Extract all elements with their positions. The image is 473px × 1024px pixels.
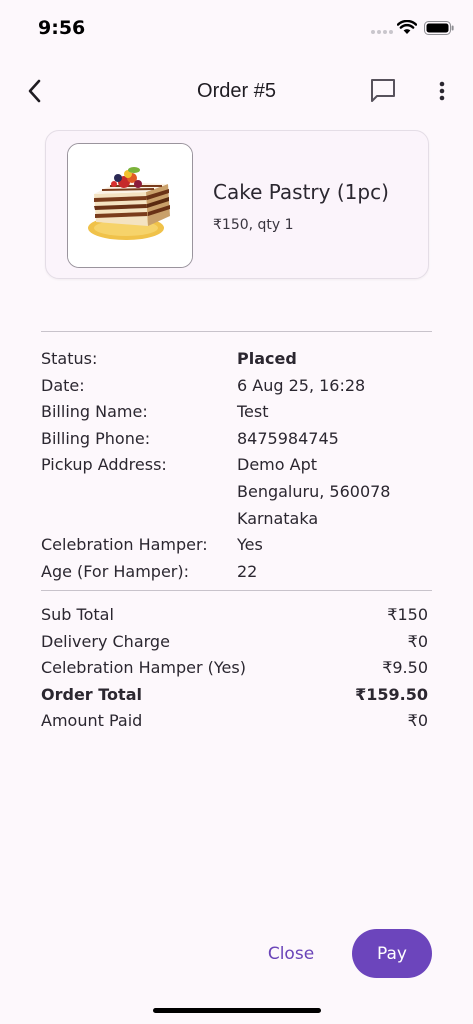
pickup-address-line: Karnataka [237, 508, 319, 528]
status-bar: 9:56 [0, 0, 473, 58]
pickup-address-line: Demo Apt [237, 455, 317, 475]
hamper-charge-label: Celebration Hamper (Yes) [41, 658, 246, 678]
detail-row-age: Age (For Hamper): 22 [41, 559, 432, 586]
age-value: 22 [237, 561, 258, 581]
product-card[interactable]: Cake Pastry (1pc) ₹150, qty 1 [45, 130, 429, 279]
hamper-value: Yes [237, 535, 263, 555]
total-row-subtotal: Sub Total ₹150 [41, 602, 428, 629]
date-label: Date: [41, 375, 85, 395]
pay-button[interactable]: Pay [352, 929, 432, 978]
total-row-amount-paid: Amount Paid ₹0 [41, 708, 428, 735]
chat-button[interactable] [367, 75, 399, 107]
hamper-label: Celebration Hamper: [41, 535, 208, 555]
status-time: 9:56 [38, 17, 86, 39]
sub-total-label: Sub Total [41, 605, 114, 624]
total-row-order-total: Order Total ₹159.50 [41, 682, 428, 709]
home-indicator [153, 1008, 321, 1013]
order-total-label: Order Total [41, 684, 142, 704]
wifi-icon [397, 20, 417, 34]
amount-paid-value: ₹0 [407, 711, 428, 731]
close-button[interactable]: Close [252, 931, 330, 977]
total-row-delivery: Delivery Charge ₹0 [41, 629, 428, 656]
detail-row-status: Status: Placed [41, 346, 432, 373]
amount-paid-label: Amount Paid [41, 711, 143, 731]
battery-icon [424, 21, 454, 35]
divider [41, 590, 432, 591]
billing-name-value: Test [237, 402, 269, 422]
billing-name-label: Billing Name: [41, 402, 148, 422]
product-name: Cake Pastry (1pc) [213, 180, 389, 204]
pickup-address-line: Bengaluru, 560078 [237, 481, 391, 501]
detail-row-hamper: Celebration Hamper: Yes [41, 532, 432, 559]
date-value: 6 Aug 25, 16:28 [237, 375, 366, 395]
product-price-quantity: ₹150, qty 1 [213, 217, 294, 233]
product-image [67, 143, 193, 268]
order-details: Status: Placed Date: 6 Aug 25, 16:28 Bil… [41, 346, 432, 585]
delivery-charge-label: Delivery Charge [41, 631, 170, 651]
app-bar: Order #5 [0, 62, 473, 120]
message-square-icon [371, 79, 395, 102]
delivery-charge-value: ₹0 [407, 631, 428, 651]
status-label: Status: [41, 349, 98, 368]
order-total-value: ₹159.50 [355, 684, 428, 704]
signal-dots-icon [371, 30, 393, 34]
hamper-charge-value: ₹9.50 [382, 658, 428, 678]
pickup-address-label: Pickup Address: [41, 455, 167, 475]
more-vertical-icon [439, 81, 445, 101]
detail-row-date: Date: 6 Aug 25, 16:28 [41, 373, 432, 400]
detail-row-pickup-address: Pickup Address: Demo Apt Bengaluru, 5600… [41, 452, 432, 532]
page-title: Order #5 [197, 80, 276, 102]
billing-phone-label: Billing Phone: [41, 428, 151, 448]
pickup-address-value: Demo Apt Bengaluru, 560078 Karnataka [237, 452, 432, 532]
divider [41, 331, 432, 332]
sub-total-value: ₹150 [387, 605, 428, 624]
status-value: Placed [237, 349, 297, 368]
detail-row-billing-name: Billing Name: Test [41, 399, 432, 426]
more-options-button[interactable] [432, 75, 452, 107]
billing-phone-value: 8475984745 [237, 428, 339, 448]
total-row-hamper: Celebration Hamper (Yes) ₹9.50 [41, 655, 428, 682]
age-label: Age (For Hamper): [41, 561, 189, 581]
order-totals: Sub Total ₹150 Delivery Charge ₹0 Celebr… [41, 602, 428, 735]
cake-pastry-image [68, 144, 192, 267]
detail-row-billing-phone: Billing Phone: 8475984745 [41, 426, 432, 453]
